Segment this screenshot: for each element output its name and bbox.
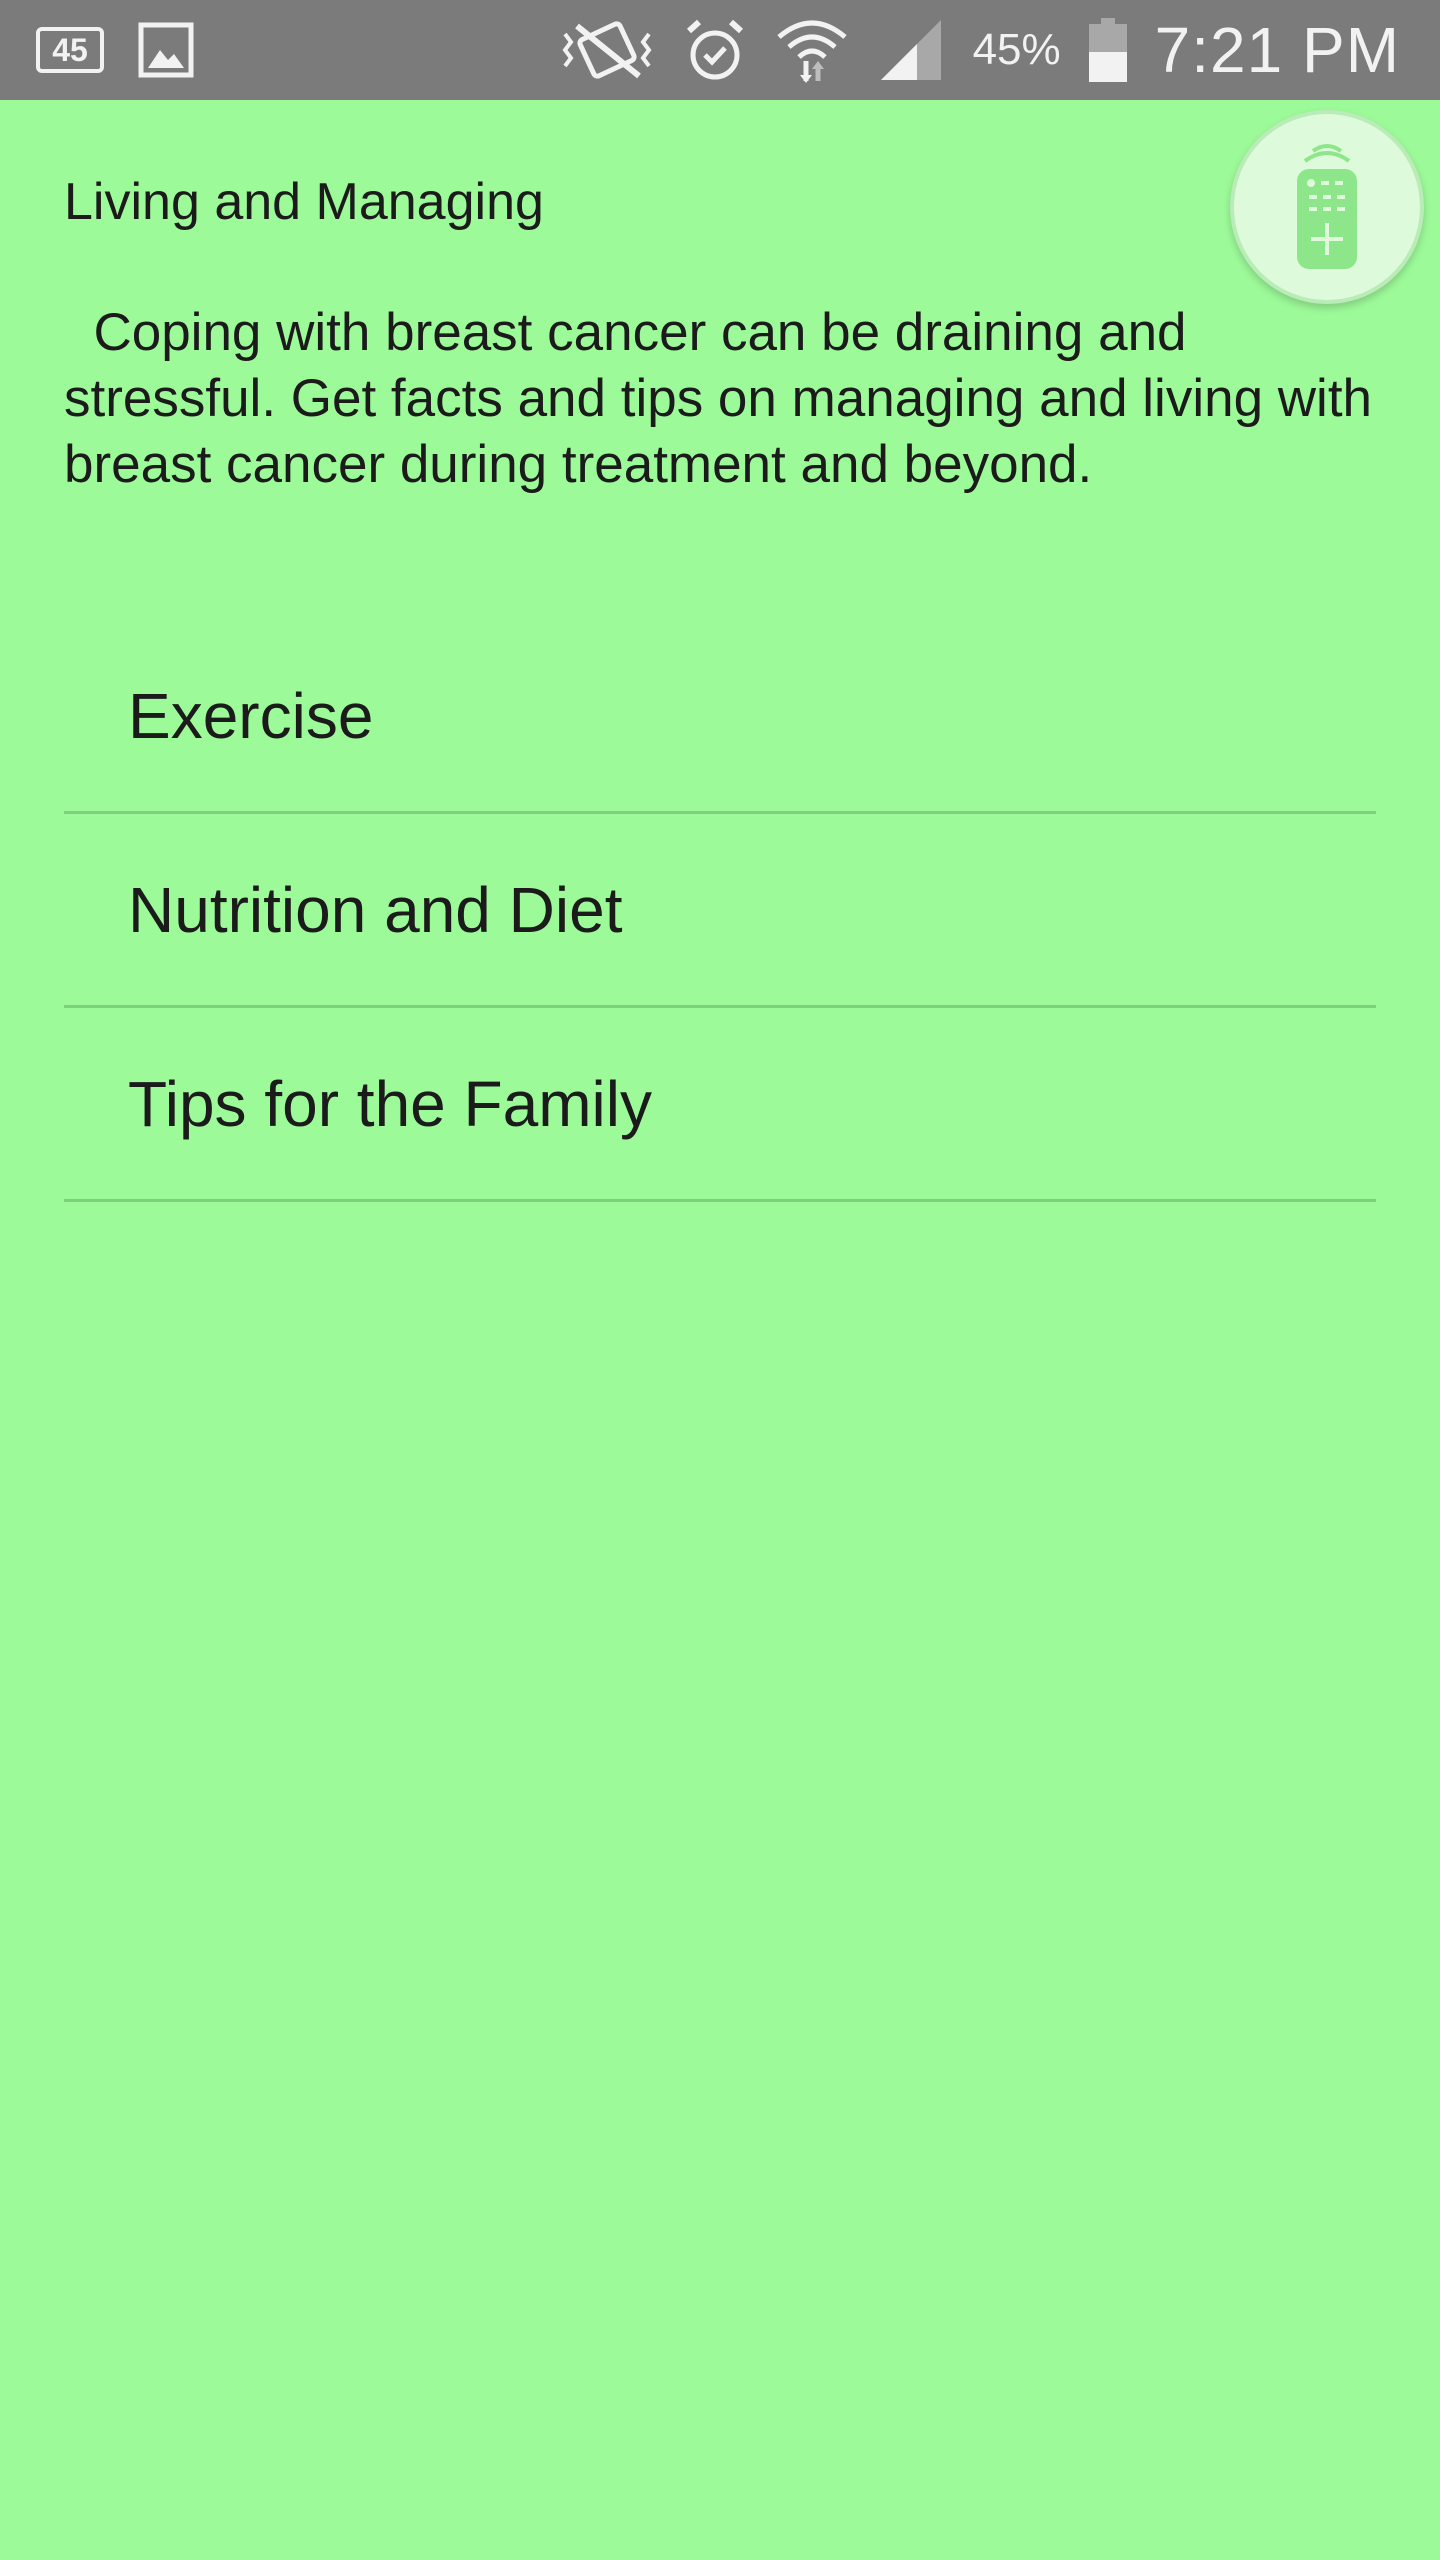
list-item-tips-for-the-family[interactable]: Tips for the Family xyxy=(64,1008,1376,1202)
list-item-label: Tips for the Family xyxy=(128,1067,652,1140)
intro-text: Coping with breast cancer can be drainin… xyxy=(64,303,1387,494)
page-title: Living and Managing xyxy=(64,173,544,231)
battery-percent: 45% xyxy=(972,25,1061,74)
status-bar-right: 45% 7:21 PM xyxy=(559,10,1400,90)
list-item-nutrition-and-diet[interactable]: Nutrition and Diet xyxy=(64,814,1376,1008)
list-item-label: Nutrition and Diet xyxy=(128,873,623,946)
status-bar: 45 45% 7:21 PM xyxy=(0,0,1440,100)
battery-icon xyxy=(1088,18,1127,82)
vibrate-mute-icon xyxy=(559,20,655,80)
remote-control-icon xyxy=(1279,139,1375,275)
wifi-icon xyxy=(775,15,849,85)
remote-control-button[interactable] xyxy=(1230,110,1424,304)
topic-list: Exercise Nutrition and Diet Tips for the… xyxy=(64,620,1376,1202)
list-item-label: Exercise xyxy=(128,679,374,752)
status-bar-left: 45 xyxy=(36,18,194,82)
notification-badge-icon: 45 xyxy=(36,27,104,73)
clock: 7:21 PM xyxy=(1154,14,1400,86)
list-item-exercise[interactable]: Exercise xyxy=(64,620,1376,814)
signal-icon xyxy=(877,18,945,82)
alarm-icon xyxy=(683,17,747,83)
image-icon xyxy=(138,22,194,78)
